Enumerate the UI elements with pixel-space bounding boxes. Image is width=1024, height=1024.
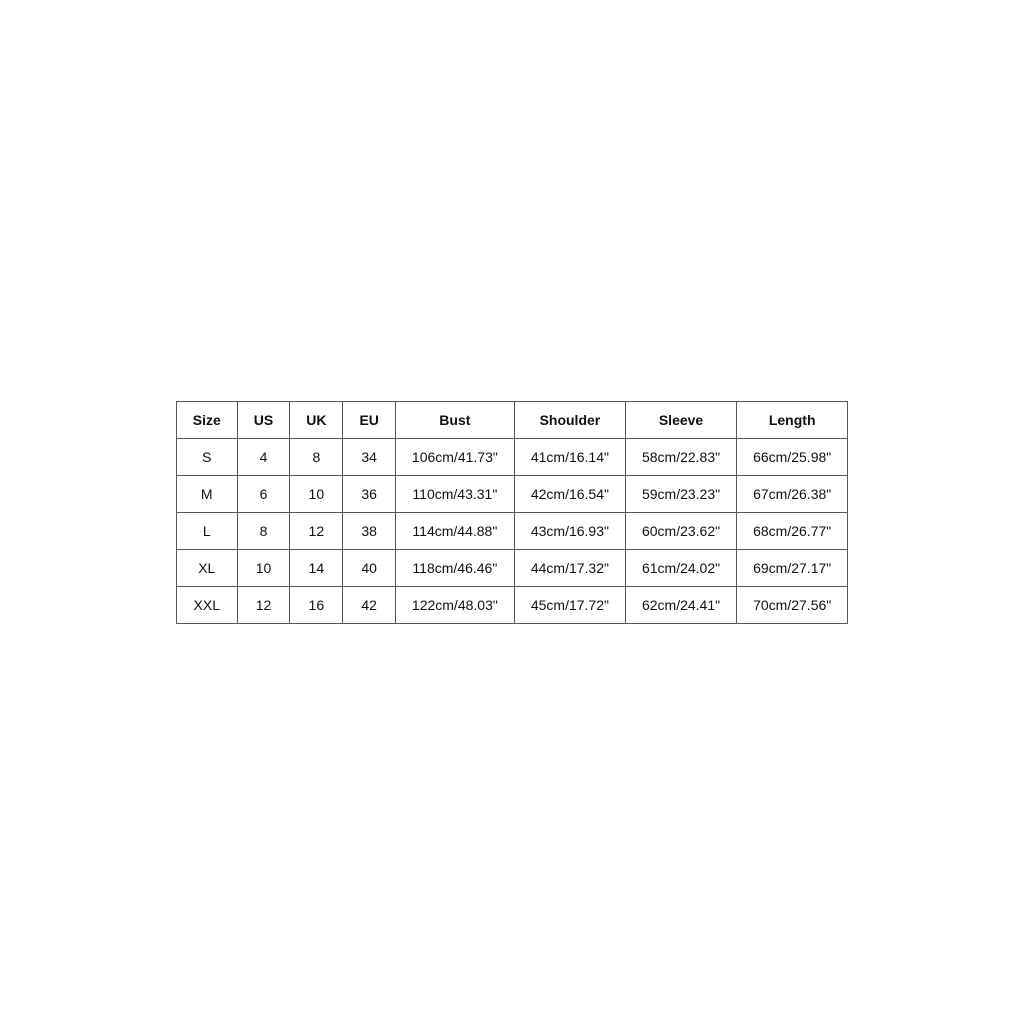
size-chart-wrapper: Size US UK EU Bust Shoulder Sleeve Lengt… [0,381,1024,644]
cell-shoulder: 41cm/16.14" [514,438,625,475]
cell-shoulder: 42cm/16.54" [514,475,625,512]
table-row: S4834106cm/41.73"41cm/16.14"58cm/22.83"6… [176,438,848,475]
cell-sleeve: 62cm/24.41" [625,586,736,623]
cell-uk: 16 [290,586,343,623]
cell-bust: 122cm/48.03" [395,586,514,623]
cell-length: 70cm/27.56" [737,586,848,623]
cell-sleeve: 60cm/23.62" [625,512,736,549]
cell-us: 8 [237,512,289,549]
col-header-us: US [237,401,289,438]
cell-bust: 114cm/44.88" [395,512,514,549]
col-header-eu: EU [343,401,395,438]
col-header-uk: UK [290,401,343,438]
cell-uk: 12 [290,512,343,549]
cell-length: 69cm/27.17" [737,549,848,586]
cell-length: 68cm/26.77" [737,512,848,549]
cell-shoulder: 45cm/17.72" [514,586,625,623]
cell-eu: 40 [343,549,395,586]
cell-shoulder: 44cm/17.32" [514,549,625,586]
cell-eu: 36 [343,475,395,512]
table-row: M61036110cm/43.31"42cm/16.54"59cm/23.23"… [176,475,848,512]
cell-eu: 42 [343,586,395,623]
col-header-bust: Bust [395,401,514,438]
col-header-sleeve: Sleeve [625,401,736,438]
cell-bust: 106cm/41.73" [395,438,514,475]
cell-eu: 34 [343,438,395,475]
cell-uk: 14 [290,549,343,586]
table-row: L81238114cm/44.88"43cm/16.93"60cm/23.62"… [176,512,848,549]
cell-us: 4 [237,438,289,475]
cell-length: 67cm/26.38" [737,475,848,512]
cell-bust: 118cm/46.46" [395,549,514,586]
cell-sleeve: 58cm/22.83" [625,438,736,475]
cell-us: 10 [237,549,289,586]
cell-size: XXL [176,586,237,623]
cell-sleeve: 59cm/23.23" [625,475,736,512]
cell-size: S [176,438,237,475]
cell-uk: 10 [290,475,343,512]
cell-size: L [176,512,237,549]
table-row: XXL121642122cm/48.03"45cm/17.72"62cm/24.… [176,586,848,623]
size-chart-table: Size US UK EU Bust Shoulder Sleeve Lengt… [176,401,849,624]
table-row: XL101440118cm/46.46"44cm/17.32"61cm/24.0… [176,549,848,586]
col-header-length: Length [737,401,848,438]
cell-size: XL [176,549,237,586]
col-header-shoulder: Shoulder [514,401,625,438]
table-header-row: Size US UK EU Bust Shoulder Sleeve Lengt… [176,401,848,438]
cell-eu: 38 [343,512,395,549]
cell-uk: 8 [290,438,343,475]
cell-sleeve: 61cm/24.02" [625,549,736,586]
cell-size: M [176,475,237,512]
cell-length: 66cm/25.98" [737,438,848,475]
cell-us: 12 [237,586,289,623]
col-header-size: Size [176,401,237,438]
cell-us: 6 [237,475,289,512]
cell-bust: 110cm/43.31" [395,475,514,512]
cell-shoulder: 43cm/16.93" [514,512,625,549]
